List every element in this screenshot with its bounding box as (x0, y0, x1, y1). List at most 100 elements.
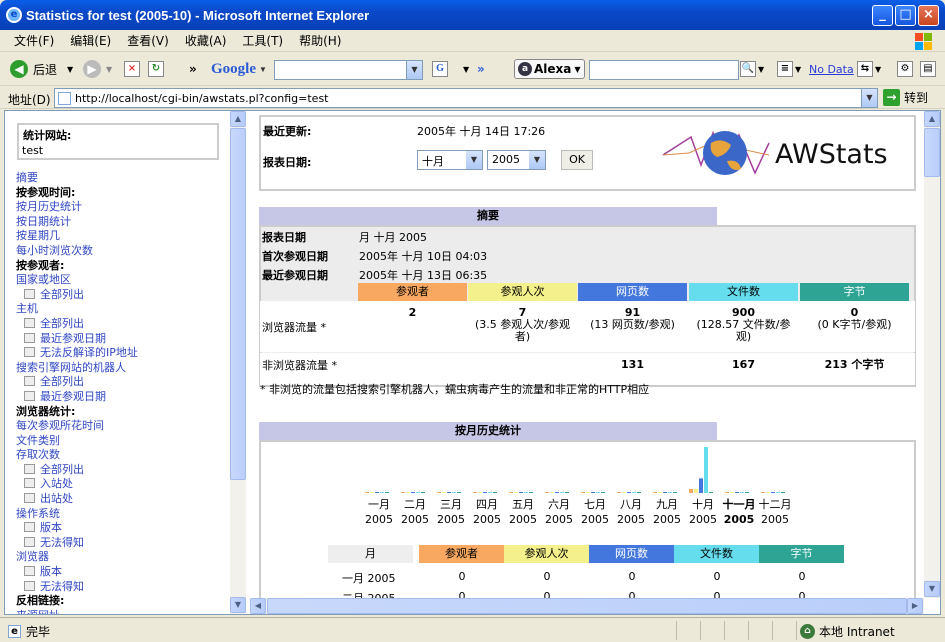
minimize-button[interactable]: _ (872, 5, 893, 26)
chart-bar (524, 492, 528, 493)
site-label: 统计网站: (23, 129, 72, 142)
scroll-right-icon[interactable]: ▶ (907, 598, 923, 614)
address-label: 地址(D) (8, 93, 51, 107)
chart-bar (740, 492, 744, 493)
monthly-row-value: 0 (798, 590, 806, 598)
address-input[interactable]: http://localhost/cgi-bin/awstats.pl?conf… (54, 88, 878, 108)
month-year: 2005 (761, 513, 789, 526)
chart-bar (380, 492, 384, 493)
menu-item[interactable]: 编辑(E) (62, 32, 119, 49)
tool-icon: ⚙ (897, 61, 913, 77)
close-button[interactable]: × (918, 5, 939, 26)
menu-item[interactable]: 工具(T) (234, 32, 291, 49)
chart-bar (509, 492, 513, 493)
sidebar-item[interactable]: 全部列出 (16, 463, 226, 478)
sidebar-item[interactable]: 来源网址 (16, 609, 226, 614)
sidebar-item[interactable]: 按日期统计 (16, 215, 226, 230)
sidebar-item[interactable]: 按星期几 (16, 229, 226, 244)
sidebar-item[interactable]: 入站处 (16, 477, 226, 492)
back-dropdown-icon[interactable]: ▼ (67, 65, 73, 74)
site-name: test (22, 144, 44, 157)
sidebar-item[interactable]: 出站处 (16, 492, 226, 507)
page-info-button[interactable]: ≡ ▼ (777, 59, 801, 79)
menu-item[interactable]: 查看(V) (119, 32, 177, 49)
sidebar-item[interactable]: 全部列出 (16, 375, 226, 390)
sidebar-item[interactable]: 无法反解译的IP地址 (16, 346, 226, 361)
sidebar-item[interactable]: 摘要 (16, 171, 226, 186)
google-search-button[interactable]: G (432, 59, 448, 79)
monthly-row-value: 0 (628, 570, 636, 583)
google-more[interactable]: » (477, 59, 485, 79)
sidebar-item[interactable]: 国家或地区 (16, 273, 226, 288)
left-scrollbar[interactable]: ▲ ▼ (230, 111, 246, 614)
year-select[interactable]: 2005 (487, 150, 546, 170)
google-logo[interactable]: Google ▼ (211, 59, 267, 79)
monthly-col-header: 字节 (759, 545, 844, 563)
sidebar-item[interactable]: 最近参观日期 (16, 332, 226, 347)
alexa-button[interactable]: a Alexa ▼ (514, 59, 585, 79)
right-scrollbar[interactable]: ▲ ▼ (924, 111, 940, 598)
toolbar-more[interactable]: » (189, 59, 197, 79)
refresh-button[interactable]: ↻ (148, 59, 164, 79)
address-dropdown-icon[interactable]: ▼ (861, 89, 877, 107)
sidebar-item[interactable]: 无法得知 (16, 536, 226, 551)
ok-button[interactable]: OK (561, 150, 593, 170)
alexa-search-button[interactable]: 🔍 ▼ (740, 59, 764, 79)
sidebar-item: 反相链接: (16, 594, 65, 608)
menu-item[interactable]: 收藏(A) (177, 32, 235, 49)
left-scroll-thumb[interactable] (230, 128, 246, 480)
sidebar-item[interactable]: 每次参观所花时间 (16, 419, 226, 434)
stop-button[interactable]: × (124, 59, 140, 79)
notviewed-cell: 213 个字节 (824, 358, 885, 371)
sidebar-item[interactable]: 操作系统 (16, 507, 226, 522)
month-label: 八月 2005 (613, 497, 649, 527)
chart-bar (725, 492, 729, 493)
tool2-button[interactable]: ▤ (920, 59, 936, 79)
viewed-cell: 7 (3.5 参观人次/参观者) (470, 307, 575, 343)
go-button[interactable]: → 转到 (883, 89, 928, 106)
related-button[interactable]: ⇆ ▼ (857, 59, 881, 79)
alexa-search-input[interactable] (589, 60, 739, 80)
google-options-dropdown[interactable]: ▼ (463, 59, 469, 79)
sidebar-item[interactable]: 主机 (16, 302, 226, 317)
summary-col-header: 参观者 (358, 283, 467, 301)
sidebar-item[interactable]: 版本 (16, 521, 226, 536)
menu-item[interactable]: 帮助(H) (291, 32, 349, 49)
sidebar-item[interactable]: 浏览器 (16, 550, 226, 565)
tool-button[interactable]: ⚙ (897, 59, 913, 79)
sidebar-item[interactable]: 全部列出 (16, 317, 226, 332)
month-select[interactable]: 十月 (417, 150, 483, 170)
windows-logo-icon (913, 31, 933, 51)
google-search-input[interactable]: ▼ (274, 60, 423, 80)
sidebar-item[interactable]: 无法得知 (16, 580, 226, 595)
month-name: 十月 (692, 498, 714, 511)
back-arrow-icon: ◀ (10, 60, 28, 78)
sidebar-item[interactable]: 按月历史统计 (16, 200, 226, 215)
month-name: 七月 (584, 498, 606, 511)
monthly-row-value: 0 (628, 590, 636, 598)
back-button[interactable]: ◀ 后退 ▼ (10, 59, 73, 79)
scroll-down-icon[interactable]: ▼ (924, 581, 940, 597)
menu-item[interactable]: 文件(F) (6, 32, 62, 49)
status-zone: ⌂ 本地 Intranet (800, 623, 895, 640)
sidebar-item[interactable]: 最近参观日期 (16, 390, 226, 405)
sidebar-item[interactable]: 文件类别 (16, 434, 226, 449)
chart-bar (761, 492, 765, 493)
sidebar-item[interactable]: 版本 (16, 565, 226, 580)
sidebar-item[interactable]: 搜索引擎网站的机器人 (16, 361, 226, 376)
horizontal-scrollbar[interactable]: ◀ ▶ (250, 598, 924, 614)
forward-button[interactable]: ▶ ▼ (83, 59, 112, 79)
sidebar-item[interactable]: 存取次数 (16, 448, 226, 463)
month-year: 2005 (401, 513, 429, 526)
horizontal-scroll-thumb[interactable] (267, 598, 907, 614)
back-label: 后退 (33, 62, 58, 77)
scroll-down-icon[interactable]: ▼ (230, 597, 246, 613)
scroll-up-icon[interactable]: ▲ (924, 111, 940, 127)
maximize-button[interactable]: □ (895, 5, 916, 26)
scroll-left-icon[interactable]: ◀ (250, 598, 266, 614)
no-data-link[interactable]: No Data (809, 59, 854, 79)
sidebar-item[interactable]: 每小时浏览次数 (16, 244, 226, 259)
sidebar-item[interactable]: 全部列出 (16, 288, 226, 303)
scroll-up-icon[interactable]: ▲ (230, 111, 246, 127)
right-scroll-thumb[interactable] (924, 128, 940, 177)
